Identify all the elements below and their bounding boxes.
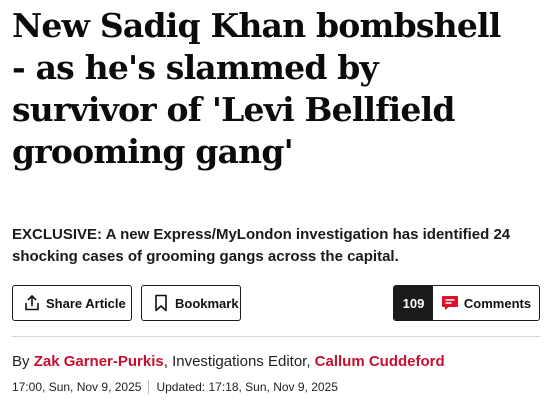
byline: By Zak Garner-Purkis, Investigations Edi… bbox=[12, 353, 445, 370]
author-link-zak[interactable]: Zak Garner-Purkis bbox=[34, 353, 164, 370]
article-dates: 17:00, Sun, Nov 9, 2025 Updated: 17:18, … bbox=[12, 380, 338, 394]
byline-role: , Investigations Editor, bbox=[163, 353, 315, 370]
speech-bubble-icon bbox=[441, 295, 459, 311]
comments-count: 109 bbox=[394, 286, 433, 320]
share-article-label: Share Article bbox=[46, 295, 126, 311]
author-link-callum[interactable]: Callum Cuddeford bbox=[315, 353, 445, 370]
headline-line: grooming gang' bbox=[12, 132, 294, 171]
bookmark-icon bbox=[152, 294, 170, 312]
headline-line: New Sadiq Khan bombshell bbox=[12, 6, 501, 45]
bookmark-button[interactable]: Bookmark bbox=[141, 285, 241, 321]
byline-prefix: By bbox=[12, 353, 34, 370]
bookmark-label: Bookmark bbox=[175, 295, 239, 311]
date-separator bbox=[148, 380, 150, 394]
published-time: 17:00, Sun, Nov 9, 2025 bbox=[12, 380, 142, 394]
standfirst: EXCLUSIVE: A new Express/MyLondon invest… bbox=[12, 224, 542, 268]
headline-line: - as he's slammed by bbox=[12, 48, 379, 87]
headline: New Sadiq Khan bombshell - as he's slamm… bbox=[12, 5, 547, 173]
comments-button[interactable]: 109 Comments bbox=[393, 285, 540, 321]
comments-label: Comments bbox=[463, 295, 532, 311]
share-article-button[interactable]: Share Article bbox=[12, 285, 132, 321]
headline-line: survivor of 'Levi Bellfield bbox=[12, 90, 455, 129]
comments-label-wrap: Comments bbox=[433, 286, 539, 320]
standfirst-line: EXCLUSIVE: A new Express/MyLondon invest… bbox=[12, 226, 511, 243]
share-upload-icon bbox=[23, 294, 41, 312]
divider bbox=[12, 336, 540, 337]
standfirst-line: shocking cases of grooming gangs across … bbox=[12, 248, 399, 265]
updated-time: Updated: 17:18, Sun, Nov 9, 2025 bbox=[156, 380, 338, 394]
